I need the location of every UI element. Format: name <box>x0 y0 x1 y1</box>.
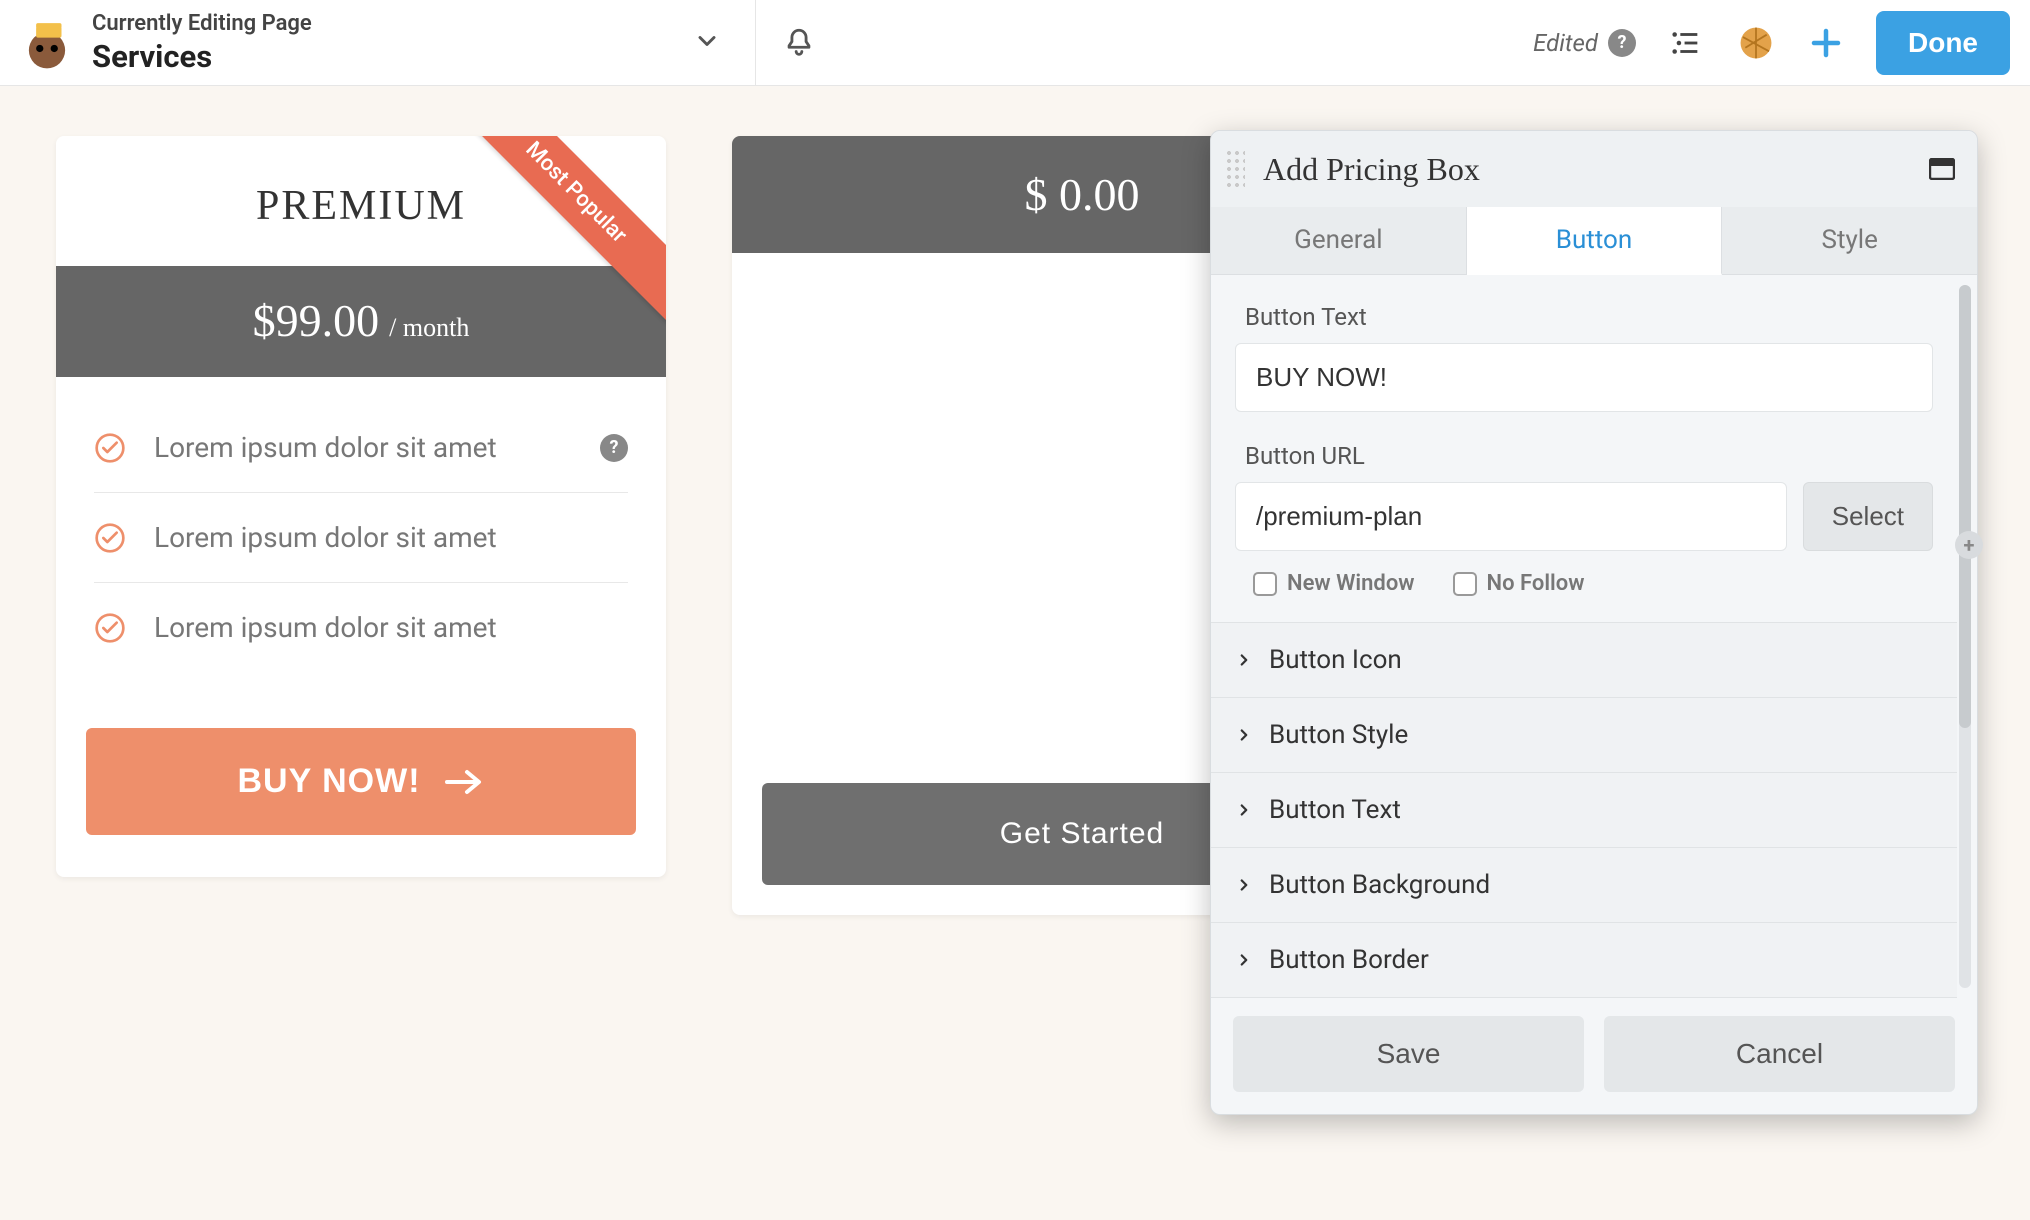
check-circle-icon <box>94 432 126 464</box>
feature-text: Lorem ipsum dolor sit amet <box>154 611 628 644</box>
cookie-icon <box>1737 24 1775 62</box>
chevron-right-icon <box>1235 801 1253 819</box>
checkbox-icon <box>1253 572 1277 596</box>
feature-row: Lorem ipsum dolor sit amet <box>94 583 628 672</box>
accordion-label: Button Background <box>1269 870 1490 900</box>
price-amount: $99.00 <box>253 294 380 347</box>
accordion-label: Button Style <box>1269 720 1408 750</box>
cancel-button[interactable]: Cancel <box>1604 1016 1955 1092</box>
panel-header[interactable]: Add Pricing Box <box>1211 131 1977 207</box>
editor-canvas: Most Popular PREMIUM $99.00 / month Lore… <box>0 86 2030 965</box>
no-follow-label: No Follow <box>1487 571 1585 596</box>
button-text-label: Button Text <box>1245 303 1933 331</box>
panel-body: Button Text Button URL Select + New Wind… <box>1211 275 1977 998</box>
page-switcher-chevron[interactable] <box>683 17 731 69</box>
cta-label: BUY NOW! <box>237 762 420 801</box>
feature-help-icon[interactable]: ? <box>600 434 628 462</box>
done-button[interactable]: Done <box>1876 11 2010 75</box>
accordion-item-button-border[interactable]: Button Border <box>1211 923 1957 998</box>
select-url-button[interactable]: Select <box>1803 482 1933 551</box>
accordion-item-button-background[interactable]: Button Background <box>1211 848 1957 923</box>
assistant-button[interactable] <box>1736 23 1776 63</box>
notifications-button[interactable] <box>756 0 842 85</box>
accordion-label: Button Icon <box>1269 645 1402 675</box>
outline-icon <box>1669 26 1703 60</box>
beaver-logo-icon <box>18 14 76 72</box>
accordion-label: Button Text <box>1269 795 1401 825</box>
top-bar-right: Edited ? Done <box>842 0 2030 85</box>
window-icon[interactable] <box>1929 158 1955 180</box>
button-link-section: Button Text Button URL Select + New Wind… <box>1211 275 1957 622</box>
accordion-item-button-text[interactable]: Button Text <box>1211 773 1957 848</box>
feature-list: Lorem ipsum dolor sit amet ? Lorem ipsum… <box>56 377 666 672</box>
panel-tabs: General Button Style <box>1211 207 1977 275</box>
top-bar: Currently Editing Page Services Edited ? <box>0 0 2030 86</box>
feature-text: Lorem ipsum dolor sit amet <box>154 431 572 464</box>
button-url-input[interactable] <box>1235 482 1787 551</box>
panel-footer: Save Cancel <box>1211 998 1977 1114</box>
pricing-card-premium[interactable]: Most Popular PREMIUM $99.00 / month Lore… <box>56 136 666 877</box>
check-circle-icon <box>94 522 126 554</box>
button-url-row: Select <box>1235 482 1933 551</box>
no-follow-checkbox[interactable]: No Follow <box>1453 571 1585 596</box>
add-content-button[interactable] <box>1806 23 1846 63</box>
drag-handle-icon[interactable] <box>1225 149 1245 189</box>
new-window-label: New Window <box>1287 571 1415 596</box>
chevron-down-icon <box>693 27 721 55</box>
cta-label: Get Started <box>1000 817 1164 851</box>
button-text-input[interactable] <box>1235 343 1933 412</box>
tab-button[interactable]: Button <box>1467 207 1723 275</box>
plus-icon <box>1808 25 1844 61</box>
scrollbar[interactable] <box>1959 285 1971 988</box>
chevron-right-icon <box>1235 726 1253 744</box>
button-url-label: Button URL <box>1245 442 1933 470</box>
editing-overline: Currently Editing Page <box>92 11 683 36</box>
checkbox-icon <box>1453 572 1477 596</box>
new-window-checkbox[interactable]: New Window <box>1253 571 1415 596</box>
accordion-item-button-icon[interactable]: Button Icon <box>1211 623 1957 698</box>
buy-now-button[interactable]: BUY NOW! <box>86 728 636 835</box>
tab-general[interactable]: General <box>1211 207 1467 274</box>
link-options: New Window No Follow <box>1235 571 1933 596</box>
help-icon: ? <box>1608 29 1636 57</box>
price-bar: $99.00 / month <box>56 266 666 377</box>
feature-row: Lorem ipsum dolor sit amet <box>94 493 628 583</box>
add-link-option-icon[interactable]: + <box>1955 531 1983 559</box>
top-bar-left: Currently Editing Page Services <box>0 0 756 85</box>
panel-title: Add Pricing Box <box>1263 151 1929 188</box>
feature-text: Lorem ipsum dolor sit amet <box>154 521 628 554</box>
outline-button[interactable] <box>1666 23 1706 63</box>
tab-style[interactable]: Style <box>1722 207 1977 274</box>
accordion-label: Button Border <box>1269 945 1429 975</box>
card-footer: BUY NOW! <box>56 672 666 877</box>
chevron-right-icon <box>1235 651 1253 669</box>
price-period: / month <box>389 313 469 343</box>
page-title-block[interactable]: Currently Editing Page Services <box>92 11 683 75</box>
chevron-right-icon <box>1235 951 1253 969</box>
page-title: Services <box>92 38 683 75</box>
edited-label: Edited <box>1533 29 1598 57</box>
save-button[interactable]: Save <box>1233 1016 1584 1092</box>
feature-row: Lorem ipsum dolor sit amet ? <box>94 403 628 493</box>
check-circle-icon <box>94 612 126 644</box>
edited-status[interactable]: Edited ? <box>1533 29 1636 57</box>
accordion-item-button-style[interactable]: Button Style <box>1211 698 1957 773</box>
bell-icon <box>782 26 816 60</box>
arrow-right-icon <box>445 769 485 795</box>
chevron-right-icon <box>1235 876 1253 894</box>
price-amount: $ 0.00 <box>1025 168 1140 221</box>
accordion: Button Icon Button Style Button Text But… <box>1211 622 1957 998</box>
settings-panel: Add Pricing Box General Button Style But… <box>1210 130 1978 1115</box>
